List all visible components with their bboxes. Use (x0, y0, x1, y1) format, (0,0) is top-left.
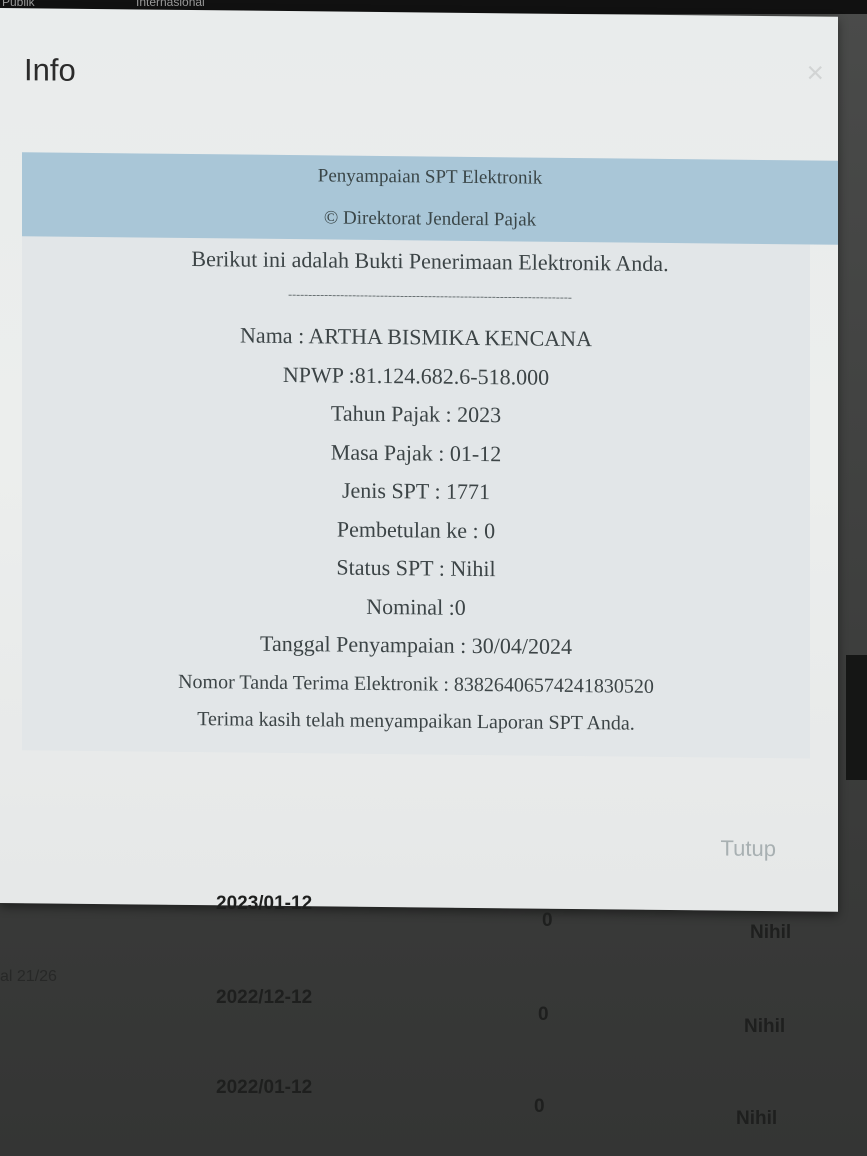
receipt-header-copyright: © Direktorat Jenderal Pajak (323, 207, 537, 231)
thank-you-message: Terima kasih telah menyampaikan Laporan … (197, 708, 635, 735)
close-icon[interactable]: × (806, 56, 824, 90)
page: Publik Internasional Info × Penyampaian … (0, 0, 867, 1156)
close-button[interactable]: Tutup (721, 836, 776, 863)
receipt-intro: Berikut ini adalah Bukti Penerimaan Elek… (191, 246, 669, 277)
table-row-period: 2022/12-12 (216, 987, 313, 1008)
receipt-header: Penyampaian SPT Elektronik © Direktorat … (22, 152, 838, 245)
table-row-nominal: 0 (542, 910, 553, 931)
nav-item-publik[interactable]: Publik (2, 0, 35, 8)
table-row-status: Nihil (750, 922, 792, 943)
receipt-divider: ----------------------------------------… (288, 287, 572, 304)
table-row-status: Nihil (736, 1108, 778, 1129)
modal-title: Info (24, 52, 76, 88)
background-scrollbar (846, 655, 867, 780)
table-row-period: 2022/01-12 (216, 1077, 313, 1098)
table-row-nominal: 0 (534, 1096, 545, 1117)
info-modal: Info × Penyampaian SPT Elektronik © Dire… (0, 8, 838, 912)
receipt-panel: Penyampaian SPT Elektronik © Direktorat … (22, 152, 838, 759)
table-row-period: 2023/01-12 (216, 893, 313, 914)
table-row-side-label: al 21/26 (0, 968, 57, 985)
nav-item-internasional[interactable]: Internasional (136, 0, 205, 8)
table-row-nominal: 0 (538, 1004, 549, 1025)
table-row-status: Nihil (744, 1016, 786, 1037)
